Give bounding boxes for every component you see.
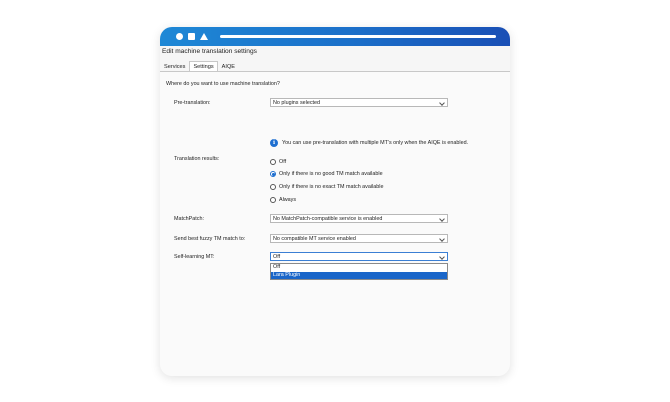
square-icon[interactable] bbox=[188, 33, 195, 40]
radio-button[interactable] bbox=[270, 184, 276, 190]
send-best-fuzzy-select[interactable]: No compatible MT service enabled bbox=[270, 234, 448, 243]
radio-no-good-tm[interactable]: Only if there is no good TM match availa… bbox=[270, 170, 383, 178]
translation-results-label: Translation results: bbox=[174, 156, 220, 162]
self-learning-label: Self-learning MT: bbox=[174, 254, 215, 260]
title-bar bbox=[160, 27, 510, 46]
triangle-icon[interactable] bbox=[200, 33, 208, 40]
pretranslation-label: Pre-translation: bbox=[174, 100, 211, 106]
self-learning-value: Off bbox=[273, 254, 281, 260]
matchpatch-select[interactable]: No MatchPatch-compatible service is enab… bbox=[270, 214, 448, 223]
radio-button[interactable] bbox=[270, 197, 276, 203]
info-text: You can use pre-translation with multipl… bbox=[282, 140, 469, 146]
radio-label: Only if there is no exact TM match avail… bbox=[279, 184, 384, 190]
pretranslation-select[interactable]: No plugins selected bbox=[270, 98, 448, 107]
chevron-down-icon bbox=[439, 236, 445, 242]
info-icon: i bbox=[270, 139, 278, 147]
matchpatch-label: MatchPatch: bbox=[174, 216, 204, 222]
radio-label: Always bbox=[279, 197, 297, 203]
radio-always[interactable]: Always bbox=[270, 196, 296, 204]
send-best-fuzzy-value: No compatible MT service enabled bbox=[273, 236, 356, 242]
send-best-fuzzy-label: Send best fuzzy TM match to: bbox=[174, 236, 246, 242]
self-learning-dropdown-list: Off Lara Plugin bbox=[270, 263, 448, 280]
matchpatch-value: No MatchPatch-compatible service is enab… bbox=[273, 216, 383, 222]
circle-icon[interactable] bbox=[176, 33, 183, 40]
radio-button[interactable] bbox=[270, 159, 276, 165]
radio-label: Off bbox=[279, 159, 287, 165]
dialog-window: Edit machine translation settings Servic… bbox=[160, 27, 510, 376]
chevron-down-icon bbox=[439, 216, 445, 222]
chevron-down-icon bbox=[439, 100, 445, 106]
pretranslation-value: No plugins selected bbox=[273, 100, 321, 106]
address-bar bbox=[220, 35, 496, 38]
radio-label: Only if there is no good TM match availa… bbox=[279, 171, 383, 177]
settings-panel: Where do you want to use machine transla… bbox=[160, 72, 510, 376]
dialog-title: Edit machine translation settings bbox=[162, 48, 257, 55]
radio-off[interactable]: Off bbox=[270, 158, 286, 166]
self-learning-select[interactable]: Off bbox=[270, 252, 448, 261]
section-question: Where do you want to use machine transla… bbox=[166, 81, 280, 87]
dropdown-option-lara-plugin[interactable]: Lara Plugin bbox=[271, 271, 447, 279]
radio-button-checked[interactable] bbox=[270, 171, 276, 177]
radio-no-exact-tm[interactable]: Only if there is no exact TM match avail… bbox=[270, 183, 383, 191]
dropdown-option-off[interactable]: Off bbox=[271, 264, 447, 272]
chevron-down-icon bbox=[439, 254, 445, 260]
